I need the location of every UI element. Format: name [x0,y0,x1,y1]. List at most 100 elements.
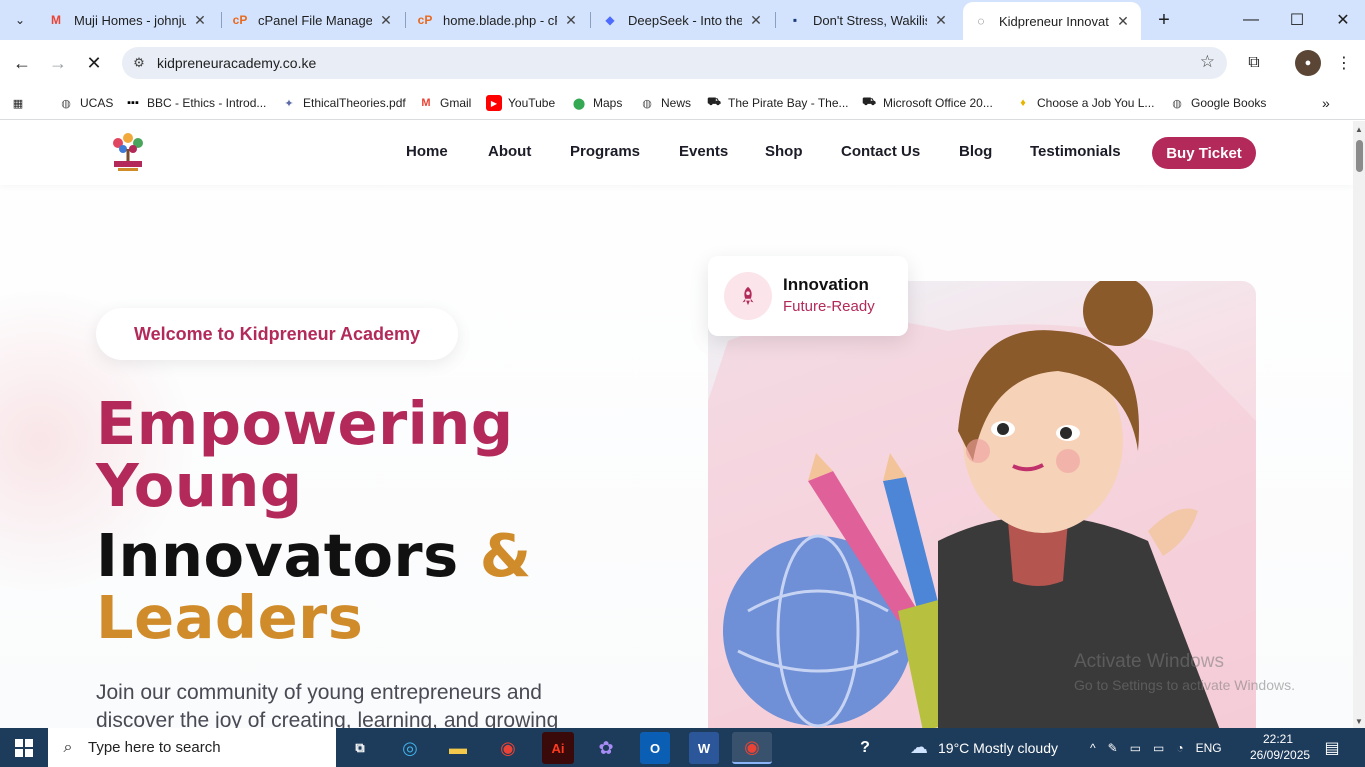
battery-icon[interactable]: ▭ [1153,741,1164,755]
scroll-up-icon[interactable]: ▲ [1355,125,1363,134]
bookmark-youtube[interactable]: ▶ YouTube [486,92,555,114]
minimize-button[interactable]: — [1228,0,1274,40]
nav-home[interactable]: Home [406,143,448,160]
new-tab-button[interactable]: + [1150,6,1178,34]
card-title: Innovation [783,275,869,294]
nav-shop[interactable]: Shop [765,143,803,160]
adobe-illustrator-icon[interactable]: Ai [542,732,574,764]
bookmark-ms-office[interactable]: ⛟ Microsoft Office 20... [861,92,993,114]
headline-innovators: Innovators [96,521,459,590]
extensions-icon[interactable]: ⧉ [1241,50,1267,76]
copilot-icon[interactable]: ✿ [586,732,626,764]
screen: ⌄ M Muji Homes - johnjur ✕ cP cPanel Fil… [0,0,1365,767]
buy-ticket-button[interactable]: Buy Ticket [1152,137,1256,169]
tab-title: Don't Stress, Wakilish [813,12,927,28]
stop-button[interactable]: ✕ [79,48,109,78]
tab-separator [590,12,591,28]
device-icon[interactable]: ▭ [1130,741,1141,755]
weather-widget[interactable]: ☁ 19°C Mostly cloudy [910,728,1058,767]
tab-deepseek[interactable]: ◆ DeepSeek - Into the U ✕ [592,4,774,36]
profile-avatar[interactable]: ● [1295,50,1321,76]
close-icon[interactable]: ✕ [933,12,949,29]
deepseek-icon: ◆ [605,13,615,27]
nav-testimonials[interactable]: Testimonials [1030,143,1121,160]
task-view-icon[interactable]: ⧉ [340,732,380,764]
nav-about[interactable]: About [488,143,531,160]
tab-muji-homes[interactable]: M Muji Homes - johnjur ✕ [38,4,218,36]
tab-search-button[interactable]: ⌄ [6,6,34,34]
card-subtitle: Future-Ready [783,298,875,315]
address-bar[interactable]: ⚙ kidpreneuracademy.co.ke ☆ [122,47,1227,79]
menu-kebab-icon[interactable]: ⋮ [1331,50,1357,76]
help-icon[interactable]: ? [845,732,885,764]
bookmark-label: UCAS [80,96,114,110]
scroll-down-icon[interactable]: ▼ [1355,717,1363,726]
nav-programs[interactable]: Programs [570,143,640,160]
tab-kidpreneur[interactable]: ◌ Kidpreneur Innovatio ✕ [963,2,1141,40]
maximize-icon: ☐ [1289,12,1305,29]
bookmark-ethical-theories[interactable]: ✦ EthicalTheories.pdf [281,92,405,114]
pirate-icon: ⛟ [862,96,876,108]
word-icon[interactable]: W [689,732,719,764]
bookmarks-overflow-button[interactable]: » [1322,92,1330,114]
url-text[interactable]: kidpreneuracademy.co.ke [157,55,316,71]
bulb-icon: ♦ [1020,97,1026,109]
apps-button[interactable]: ▦ [10,92,32,114]
watermark-line-2: Go to Settings to activate Windows. [1074,677,1295,693]
close-icon[interactable]: ✕ [748,12,764,29]
wifi-icon[interactable]: ◔ [1176,741,1183,755]
bookmark-pirate-bay[interactable]: ⛟ The Pirate Bay - The... [706,92,848,114]
scrollbar-thumb[interactable] [1356,140,1363,172]
bookmark-news[interactable]: ◍ News [639,92,691,114]
file-explorer-icon[interactable]: ▬ [438,732,478,764]
close-icon[interactable]: ✕ [378,12,394,29]
plus-icon: + [1158,8,1170,31]
bookmark-gmail[interactable]: M Gmail [418,92,471,114]
headline-line-4: Leaders [96,583,364,652]
windows-taskbar: ⌕ Type here to search 🐿 ⧉ ◎ ▬ ◉ Ai ✿ O W… [0,728,1365,767]
bookmark-label: BBC - Ethics - Introd... [147,96,267,110]
globe-icon: ◍ [642,97,652,110]
nav-events[interactable]: Events [679,143,728,160]
apps-grid-icon: ▦ [12,97,24,110]
bookmark-ucas[interactable]: ◍ UCAS [58,92,113,114]
tab-dont-stress[interactable]: ▪ Don't Stress, Wakilish ✕ [777,4,959,36]
window-close-button[interactable]: ✕ [1320,0,1365,40]
clock[interactable]: 22:21 26/09/2025 [1250,731,1311,763]
system-tray: ^ ✎ ▭ ▭ ◔ ENG [1090,728,1222,767]
chevron-up-icon[interactable]: ^ [1090,741,1096,755]
close-icon[interactable]: ✕ [1115,13,1131,30]
page-scrollbar[interactable]: ▲ ▼ [1353,121,1365,728]
close-icon[interactable]: ✕ [192,12,208,29]
edge-icon[interactable]: ◎ [390,732,430,764]
notification-icon[interactable]: ▤ [1320,736,1344,760]
chrome-active-icon[interactable]: ◉ [732,732,772,764]
tab-cpanel-file-manager[interactable]: cP cPanel File Manager v ✕ [222,4,404,36]
chrome-icon[interactable]: ◉ [488,732,528,764]
nav-contact-us[interactable]: Contact Us [841,143,920,160]
site-info-icon[interactable]: ⚙ [130,54,148,72]
maximize-button[interactable]: ☐ [1274,0,1320,40]
bookmark-bbc[interactable]: ▪▪▪ BBC - Ethics - Introd... [125,92,266,114]
start-button[interactable] [0,728,48,767]
kidpreneur-logo[interactable] [108,131,148,173]
headline-ampersand: & [479,521,532,590]
language-indicator[interactable]: ENG [1196,741,1222,755]
search-highlight-image[interactable]: 🐿 [265,732,333,764]
forward-button[interactable]: → [43,48,73,78]
tab-home-blade[interactable]: cP home.blade.php - cPa ✕ [407,4,589,36]
bookmark-star-icon[interactable]: ☆ [1200,52,1215,72]
bookmark-maps[interactable]: ⬤ Maps [571,92,623,114]
bookmark-label: Google Books [1191,96,1267,110]
pen-icon[interactable]: ✎ [1108,741,1118,755]
clock-date: 26/09/2025 [1250,748,1311,762]
close-icon[interactable]: ✕ [563,12,579,29]
tab-title: cPanel File Manager v [258,12,372,28]
cloud-icon: ☁ [910,737,928,757]
back-button[interactable]: ← [7,48,37,78]
outlook-icon[interactable]: O [640,732,670,764]
bookmark-choose-job[interactable]: ♦ Choose a Job You L... [1015,92,1154,114]
nav-blog[interactable]: Blog [959,143,992,160]
bookmark-google-books[interactable]: ◍ Google Books [1169,92,1266,114]
bookmark-label: YouTube [508,96,556,110]
